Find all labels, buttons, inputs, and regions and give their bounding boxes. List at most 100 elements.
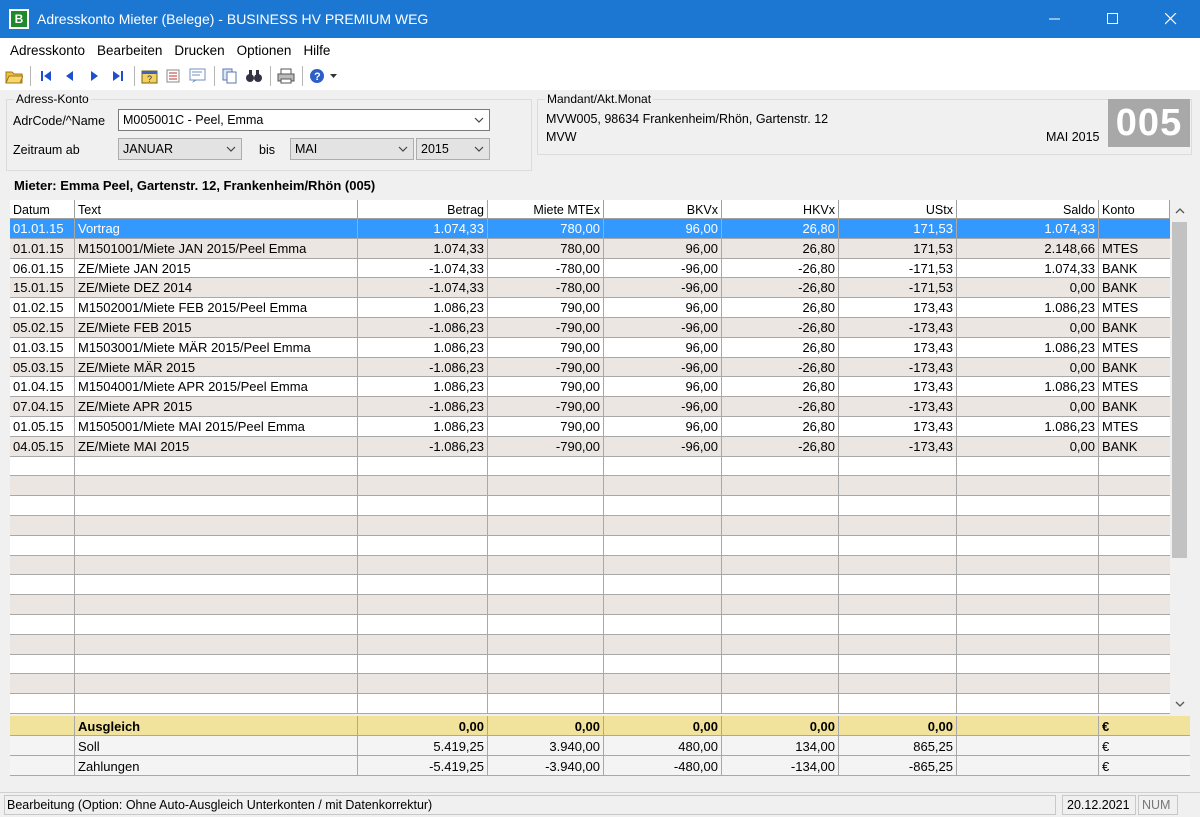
- empty-table-row[interactable]: [10, 476, 1170, 497]
- year-select[interactable]: 2015: [416, 138, 490, 160]
- table-row[interactable]: 15.01.15 ZE/Miete DEZ 2014 -1.074,33 -780,0…: [10, 278, 1170, 299]
- column-header[interactable]: Konto: [1099, 200, 1170, 218]
- find-icon: [246, 70, 262, 82]
- table-cell: [722, 654, 839, 674]
- to-month-select[interactable]: MAI: [290, 138, 414, 160]
- last-record-button[interactable]: [107, 65, 129, 87]
- table-row[interactable]: 01.02.15 M1502001/Miete FEB 2015/Peel Emm…: [10, 298, 1170, 318]
- table-row[interactable]: 04.05.15 ZE/Miete MAI 2015 -1.086,23 -790,0…: [10, 436, 1170, 457]
- empty-table-row[interactable]: [10, 515, 1170, 536]
- prev-record-icon: [66, 71, 73, 81]
- menu-drucken[interactable]: Drucken: [168, 43, 230, 58]
- empty-table-row[interactable]: [10, 496, 1170, 516]
- table-row[interactable]: 01.01.15 Vortrag 1.074,33 780,00 96,00 26,80 1…: [10, 219, 1170, 239]
- table-row[interactable]: 01.04.15 M1504001/Miete APR 2015/Peel Emm…: [10, 377, 1170, 398]
- table-row[interactable]: 06.01.15 ZE/Miete JAN 2015 -1.074,33 -780,0…: [10, 258, 1170, 279]
- menu-bar: Adresskonto Bearbeiten Drucken Optionen …: [0, 38, 1200, 62]
- close-button[interactable]: [1142, 0, 1200, 38]
- print-button[interactable]: [275, 65, 297, 87]
- column-header[interactable]: Miete MTEx: [488, 200, 604, 218]
- maximize-button[interactable]: [1084, 0, 1142, 38]
- table-cell: ZE/Miete MAI 2015: [75, 436, 358, 456]
- copy-button[interactable]: [219, 65, 241, 87]
- sort-button[interactable]: [163, 65, 185, 87]
- scroll-up-button[interactable]: [1170, 202, 1189, 219]
- toolbar-separator: [302, 66, 303, 86]
- empty-table-row[interactable]: [10, 614, 1170, 635]
- column-header[interactable]: Datum: [10, 200, 75, 218]
- empty-table-row[interactable]: [10, 674, 1170, 695]
- table-cell: [75, 595, 358, 614]
- table-cell: [957, 515, 1099, 535]
- empty-table-row[interactable]: [10, 694, 1170, 714]
- table-cell: [358, 476, 488, 496]
- empty-table-row[interactable]: [10, 555, 1170, 576]
- prev-record-button[interactable]: [59, 65, 81, 87]
- next-record-button[interactable]: [83, 65, 105, 87]
- filter-button[interactable]: [187, 65, 209, 87]
- from-month-select[interactable]: JANUAR: [118, 138, 242, 160]
- table-row[interactable]: 01.03.15 M1503001/Miete MÄR 2015/Peel Emm…: [10, 337, 1170, 358]
- table-row[interactable]: 01.01.15 M1501001/Miete JAN 2015/Peel Emm…: [10, 238, 1170, 259]
- scroll-thumb[interactable]: [1172, 222, 1187, 558]
- open-button[interactable]: [3, 65, 25, 87]
- title-bar: B Adresskonto Mieter (Belege) - BUSINESS…: [0, 0, 1200, 38]
- maximize-icon: [1107, 13, 1118, 24]
- empty-table-row[interactable]: [10, 575, 1170, 596]
- table-cell: [957, 674, 1099, 694]
- menu-adresskonto[interactable]: Adresskonto: [4, 43, 91, 58]
- column-header[interactable]: BKVx: [604, 200, 722, 218]
- table-cell: 07.04.15: [10, 397, 75, 416]
- year-value: 2015: [421, 142, 449, 156]
- totals-cell: 3.940,00: [488, 736, 604, 755]
- table-cell: -26,80: [722, 436, 839, 456]
- table-cell: [358, 694, 488, 713]
- table-row[interactable]: 05.03.15 ZE/Miete MÄR 2015 -1.086,23 -790,0…: [10, 357, 1170, 378]
- close-icon: [1165, 13, 1177, 25]
- adrcode-combo[interactable]: M005001C - Peel, Emma: [118, 109, 490, 131]
- vertical-scrollbar[interactable]: [1170, 200, 1189, 714]
- totals-cell: 0,00: [488, 716, 604, 735]
- table-cell: 790,00: [488, 298, 604, 317]
- table-row[interactable]: 07.04.15 ZE/Miete APR 2015 -1.086,23 -790,0…: [10, 397, 1170, 417]
- empty-table-row[interactable]: [10, 634, 1170, 655]
- menu-optionen[interactable]: Optionen: [231, 43, 298, 58]
- table-row[interactable]: 05.02.15 ZE/Miete FEB 2015 -1.086,23 -790,0…: [10, 317, 1170, 338]
- table-cell: [358, 515, 488, 535]
- column-header[interactable]: Betrag: [358, 200, 488, 218]
- table-cell: [722, 456, 839, 476]
- table-cell: 1.086,23: [957, 337, 1099, 357]
- table-cell: [358, 654, 488, 674]
- table-cell: -1.074,33: [358, 258, 488, 278]
- menu-hilfe[interactable]: Hilfe: [297, 43, 336, 58]
- table-cell: -790,00: [488, 317, 604, 337]
- table-cell: [488, 654, 604, 674]
- column-header[interactable]: HKVx: [722, 200, 839, 218]
- column-header[interactable]: Text: [75, 200, 358, 218]
- first-record-button[interactable]: [35, 65, 57, 87]
- table-cell: [10, 575, 75, 595]
- table-cell: [488, 575, 604, 595]
- scroll-down-button[interactable]: [1170, 695, 1189, 712]
- table-cell: [488, 634, 604, 654]
- table-cell: MTES: [1102, 418, 1139, 434]
- menu-bearbeiten[interactable]: Bearbeiten: [91, 43, 168, 58]
- table-row[interactable]: 01.05.15 M1505001/Miete MAI 2015/Peel Emm…: [10, 416, 1170, 437]
- minimize-button[interactable]: [1026, 0, 1084, 38]
- column-header[interactable]: Saldo: [957, 200, 1099, 218]
- table-cell: [722, 614, 839, 634]
- empty-table-row[interactable]: [10, 595, 1170, 615]
- table-cell: [358, 555, 488, 575]
- adrcode-value: M005001C - Peel, Emma: [123, 113, 264, 127]
- empty-table-row[interactable]: [10, 654, 1170, 675]
- help-button[interactable]: ?: [307, 65, 341, 87]
- status-date: 20.12.2021: [1062, 795, 1136, 815]
- find-button[interactable]: [243, 65, 265, 87]
- column-header[interactable]: UStx: [839, 200, 957, 218]
- empty-table-row[interactable]: [10, 535, 1170, 556]
- edit-button[interactable]: ?: [139, 65, 161, 87]
- table-cell: [1099, 219, 1170, 238]
- totals-currency: €: [1102, 719, 1110, 734]
- empty-table-row[interactable]: [10, 456, 1170, 477]
- table-cell: -96,00: [604, 258, 722, 278]
